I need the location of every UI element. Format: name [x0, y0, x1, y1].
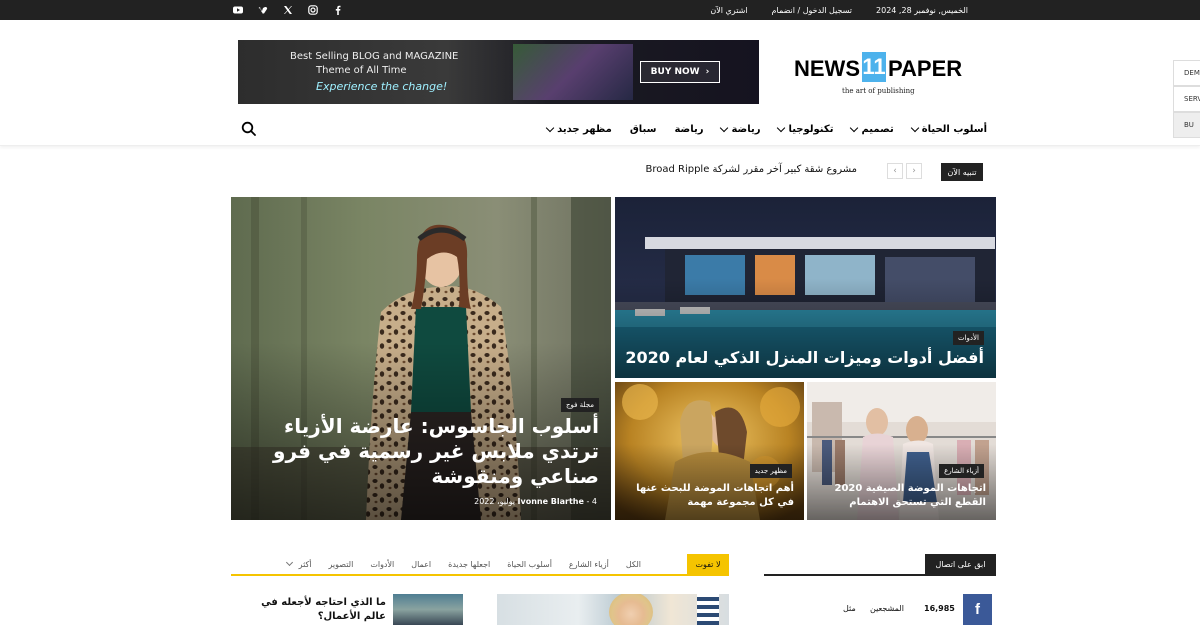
buy-now-link[interactable]: اشتري الآن [710, 6, 747, 15]
trending-next-button[interactable]: ‹ [887, 163, 903, 179]
side-panel-services[interactable]: SERV [1173, 86, 1200, 112]
chevron-down-icon [850, 123, 859, 132]
site-logo[interactable]: NEWS 11 PAPER [794, 52, 963, 84]
category-badge[interactable]: أزياء الشارع [939, 464, 984, 478]
smart-home-title[interactable]: أفضل أدوات وميزات المنزل الذكي لعام 2020 [624, 347, 984, 369]
ad-banner[interactable]: Best Selling BLOG and MAGAZINE Theme of … [238, 40, 759, 104]
stay-connected-divider [764, 574, 996, 576]
vimeo-icon[interactable] [257, 5, 268, 16]
nav-item-sports[interactable]: رياضة [674, 124, 703, 135]
tab-photography[interactable]: التصوير [329, 560, 354, 569]
youtube-icon[interactable] [232, 5, 243, 16]
facebook-like-button[interactable]: مثل [843, 604, 856, 613]
facebook-fan-count: 16,985 [924, 604, 955, 613]
tab-more[interactable]: أكثر [285, 558, 312, 569]
portrait-shape [609, 594, 653, 625]
logo-word-news: NEWS [794, 56, 860, 81]
category-badge[interactable]: الأدوات [953, 331, 984, 345]
featured-post-smart-home[interactable]: الأدوات أفضل أدوات وميزات المنزل الذكي ل… [615, 197, 996, 378]
chevron-down-icon [285, 558, 293, 567]
nav-item-label: مظهر جديد [557, 123, 612, 135]
tab-all[interactable]: الكل [626, 560, 641, 569]
tab-more-label: أكثر [298, 559, 312, 569]
dont-miss-divider [231, 574, 729, 576]
nav-item-new-look[interactable]: مظهر جديد [545, 123, 612, 135]
nav-item-technology[interactable]: تكنولوجيا [777, 123, 834, 135]
tab-street-fashion[interactable]: أزياء الشارع [569, 560, 609, 569]
featured-post-main[interactable]: مجلة فوج أسلوب الجاسوس: عارضة الأزياء تر… [231, 197, 611, 520]
trending-headline[interactable]: مشروع شقة كبير آخر مقرر لشركة Broad Ripp… [645, 164, 857, 175]
current-date: الخميس, نوفمبر 28, 2024 [876, 5, 968, 15]
x-twitter-icon[interactable] [282, 5, 293, 16]
main-nav: أسلوب الحياة تصميم تكنولوجيا رياضة رياضة… [0, 116, 1200, 146]
nav-item-design[interactable]: تصميم [850, 123, 894, 135]
post-thumbnail[interactable] [393, 594, 463, 625]
chevron-down-icon [720, 123, 729, 132]
social-links [232, 0, 343, 20]
dont-miss-label: لا تفوت [687, 554, 729, 574]
facebook-icon[interactable] [332, 5, 343, 16]
nav-item-lifestyle[interactable]: أسلوب الحياة [910, 123, 987, 135]
nav-menu: أسلوب الحياة تصميم تكنولوجيا رياضة رياضة… [545, 116, 987, 142]
chair-shape [697, 594, 719, 625]
logo-number: 11 [862, 52, 886, 82]
tab-make-it-modern[interactable]: اجعلها جديدة [448, 560, 490, 569]
nav-item-label: تكنولوجيا [788, 123, 834, 135]
tab-lifestyle[interactable]: أسلوب الحياة [507, 560, 552, 569]
chevron-right-icon: › [912, 166, 916, 176]
login-link[interactable]: تسجيل الدخول / انضمام [772, 6, 852, 15]
category-badge[interactable]: مظهر جديد [749, 464, 792, 478]
featured-main-title[interactable]: أسلوب الجاسوس: عارضة الأزياء ترتدي ملابس… [259, 414, 599, 489]
nav-item-label: رياضة [731, 123, 761, 135]
instagram-icon[interactable] [307, 5, 318, 16]
tab-gadgets[interactable]: الأدوات [370, 560, 394, 569]
search-icon[interactable] [241, 121, 257, 137]
chevron-down-icon [545, 123, 555, 132]
trending-label: تنبيه الآن [941, 163, 983, 181]
side-panel-demos[interactable]: DEM [1173, 60, 1200, 86]
featured-post-summer-trends[interactable]: أزياء الشارع اتجاهات الموضة الصيفية 2020… [807, 382, 996, 520]
facebook-fans-label: المشجعين [870, 604, 904, 613]
nav-item-label: تصميم [861, 123, 894, 135]
stay-connected-label: ابق على اتصال [925, 554, 996, 574]
banner-line-3: Experience the change! [316, 80, 448, 93]
dont-miss-tabs: الكل أزياء الشارع أسلوب الحياة اجعلها جد… [285, 554, 641, 574]
post-meta: Ivonne Blarthe - 4 يوليو، 2022 [474, 497, 597, 506]
nav-item-label: سباق [629, 123, 657, 135]
chevron-down-icon [910, 123, 919, 132]
banner-buy-label: BUY NOW [650, 67, 700, 77]
category-badge[interactable]: مجلة فوج [560, 398, 599, 412]
featured-post-fashion-trends[interactable]: مظهر جديد أهم اتجاهات الموضة للبحث عنها … [615, 382, 804, 520]
banner-line-1: Best Selling BLOG and MAGAZINE [290, 51, 459, 62]
nav-item-label: رياضة [674, 123, 704, 135]
banner-screens-image [513, 44, 633, 100]
chevron-right-icon: › [705, 67, 710, 77]
nav-item-label: أسلوب الحياة [921, 123, 987, 135]
top-links: الخميس, نوفمبر 28, 2024 تسجيل الدخول / ا… [710, 0, 968, 20]
dont-miss-main-image[interactable] [497, 594, 729, 625]
summer-trends-title[interactable]: اتجاهات الموضة الصيفية 2020 القطع التي ت… [811, 482, 986, 510]
top-bar: الخميس, نوفمبر 28, 2024 تسجيل الدخول / ا… [0, 0, 1200, 20]
nav-item-racing[interactable]: سباق [630, 124, 657, 135]
chevron-left-icon: ‹ [893, 166, 897, 176]
fashion-trends-title[interactable]: أهم اتجاهات الموضة للبحث عنها في كل مجمو… [619, 482, 794, 510]
banner-buy-button[interactable]: BUY NOW › [640, 61, 720, 83]
nav-item-sports-menu[interactable]: رياضة [720, 123, 761, 135]
post-author[interactable]: Ivonne Blarthe [518, 497, 584, 506]
tab-business[interactable]: اعمال [411, 560, 431, 569]
logo-word-paper: PAPER [888, 56, 963, 81]
banner-line-2: Theme of All Time [316, 65, 407, 76]
trending-prev-button[interactable]: › [906, 163, 922, 179]
logo-tagline: the art of publishing [842, 87, 915, 95]
post-title[interactable]: ما الذي احتاجه لأجعله في عالم الأعمال؟ [258, 596, 386, 624]
facebook-icon[interactable]: f [963, 594, 992, 625]
chevron-down-icon [777, 123, 786, 132]
